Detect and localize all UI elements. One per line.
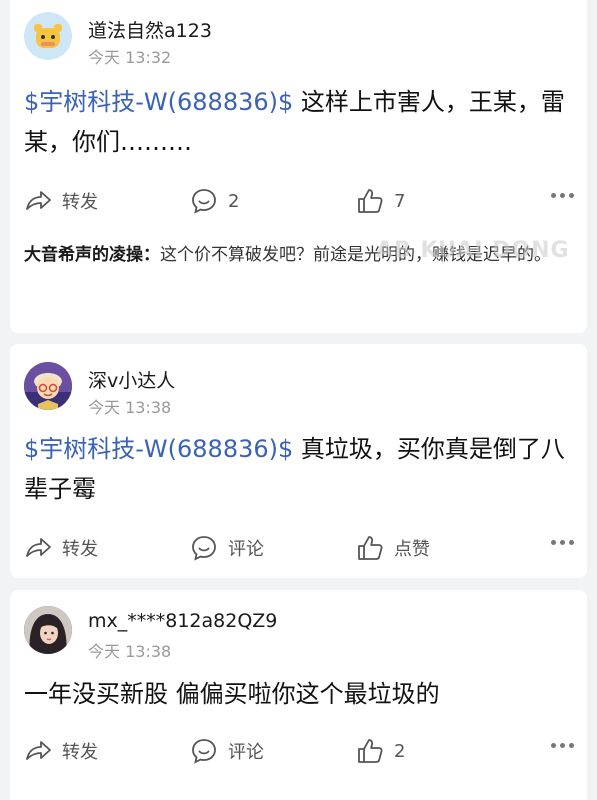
share-button[interactable]: 转发: [24, 733, 98, 769]
avatar[interactable]: [24, 362, 72, 410]
action-bar: 转发 2 7: [24, 183, 574, 219]
post-body[interactable]: $宇树科技-W(688836)$ 真垃圾，买你真是倒了八辈子霉: [24, 429, 569, 509]
reply-author[interactable]: 大音希声的凌操：: [24, 245, 160, 265]
post-card[interactable]: mx_****812a82QZ9 今天 13:38 一年没买新股 偏偏买啦你这个…: [10, 590, 587, 800]
action-bar: 转发 评论 点赞: [24, 530, 574, 566]
comment-label: 评论: [228, 539, 264, 560]
like-button[interactable]: 点赞: [356, 530, 430, 566]
thumbs-up-icon: [358, 739, 383, 763]
post-body[interactable]: 一年没买新股 偏偏买啦你这个最垃圾的: [24, 674, 569, 714]
more-icon[interactable]: [551, 193, 574, 198]
post-time: 今天 13:32: [88, 48, 172, 67]
reply-text: 这个价不算破发吧？前途是光明的，赚钱是迟早的。: [160, 245, 551, 265]
like-button[interactable]: 2: [356, 733, 405, 769]
post-body[interactable]: $宇树科技-W(688836)$ 这样上市害人，王某，雷某，你们………: [24, 82, 569, 162]
comment-icon: [192, 536, 216, 561]
thumbs-up-icon: [358, 536, 383, 560]
like-label: 点赞: [394, 539, 430, 560]
like-count: 7: [394, 190, 406, 212]
comment-button[interactable]: 评论: [190, 733, 264, 769]
comment-button[interactable]: 评论: [190, 530, 264, 566]
username[interactable]: 道法自然a123: [88, 16, 212, 43]
comment-icon: [192, 739, 216, 764]
more-icon[interactable]: [551, 743, 574, 748]
avatar[interactable]: [24, 12, 72, 60]
stock-tag-link[interactable]: $宇树科技-W(688836)$: [24, 88, 293, 116]
username[interactable]: mx_****812a82QZ9: [88, 610, 277, 632]
like-button[interactable]: 7: [356, 183, 405, 219]
share-icon: [26, 538, 51, 557]
comment-count: 2: [228, 190, 240, 212]
username[interactable]: 深v小达人: [88, 366, 175, 393]
more-icon[interactable]: [551, 540, 574, 545]
comment-button[interactable]: 2: [190, 183, 239, 219]
action-bar: 转发 评论 2: [24, 733, 574, 769]
post-header: 道法自然a123 今天 13:32: [24, 12, 564, 72]
comment-icon: [192, 189, 216, 214]
post-card[interactable]: 深v小达人 今天 13:38 $宇树科技-W(688836)$ 真垃圾，买你真是…: [10, 344, 587, 578]
post-header: 深v小达人 今天 13:38: [24, 362, 564, 422]
share-label: 转发: [62, 742, 98, 763]
reply-preview[interactable]: 大音希声的凌操：这个价不算破发吧？前途是光明的，赚钱是迟早的。: [24, 240, 564, 271]
share-icon: [26, 191, 51, 210]
post-card[interactable]: 道法自然a123 今天 13:32 $宇树科技-W(688836)$ 这样上市害…: [10, 0, 587, 333]
share-icon: [26, 741, 51, 760]
stock-tag-link[interactable]: $宇树科技-W(688836)$: [24, 435, 293, 463]
like-count: 2: [394, 740, 406, 762]
share-button[interactable]: 转发: [24, 530, 98, 566]
avatar[interactable]: [24, 606, 72, 654]
comment-label: 评论: [228, 742, 264, 763]
post-time: 今天 13:38: [88, 642, 172, 661]
post-header: mx_****812a82QZ9 今天 13:38: [24, 606, 564, 666]
share-label: 转发: [62, 539, 98, 560]
share-label: 转发: [62, 192, 98, 213]
post-time: 今天 13:38: [88, 398, 172, 417]
post-text: 一年没买新股 偏偏买啦你这个最垃圾的: [24, 680, 440, 708]
share-button[interactable]: 转发: [24, 183, 98, 219]
feed: 道法自然a123 今天 13:32 $宇树科技-W(688836)$ 这样上市害…: [0, 0, 597, 800]
thumbs-up-icon: [358, 189, 383, 213]
